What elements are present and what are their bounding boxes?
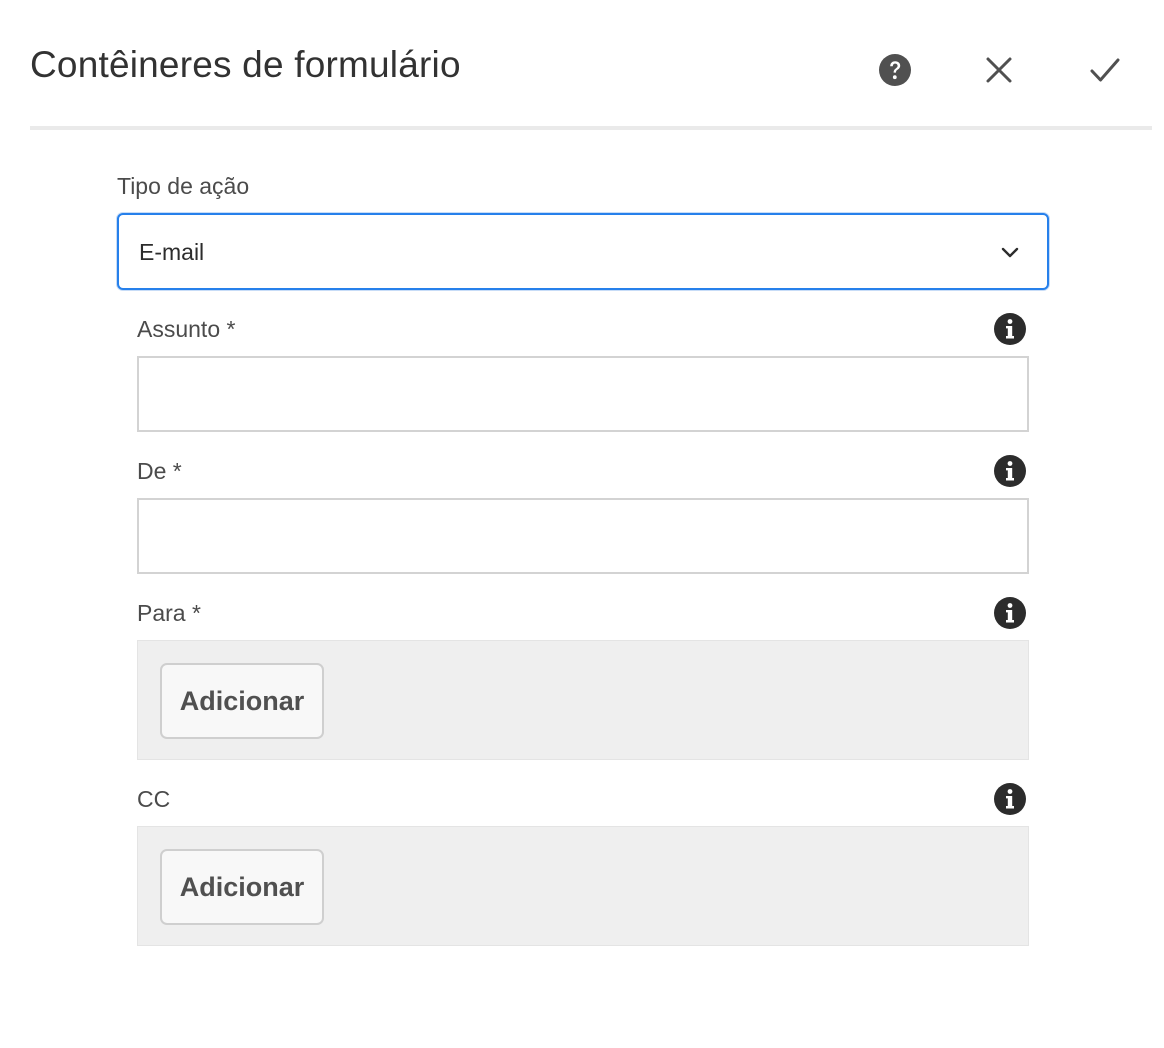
to-label: Para * xyxy=(137,600,201,626)
dialog-header: Contêineres de formulário xyxy=(30,0,1152,130)
dialog-title: Contêineres de formulário xyxy=(30,44,461,85)
form-container-dialog: Contêineres de formulário Tipo de ação E… xyxy=(0,0,1164,1048)
subject-input[interactable] xyxy=(137,356,1029,432)
cc-label: CC xyxy=(137,786,171,812)
action-type-label: Tipo de ação xyxy=(117,173,250,199)
checkmark-icon xyxy=(1090,58,1120,82)
action-type-select[interactable]: E-mail xyxy=(117,213,1049,290)
from-input[interactable] xyxy=(137,498,1029,574)
help-button[interactable] xyxy=(875,50,915,90)
subject-label: Assunto * xyxy=(137,316,236,342)
info-icon[interactable] xyxy=(993,312,1027,346)
action-type-value: E-mail xyxy=(139,239,205,265)
cc-multifield: Adicionar xyxy=(137,826,1029,946)
info-icon[interactable] xyxy=(993,454,1027,488)
close-icon xyxy=(986,57,1012,83)
close-button[interactable] xyxy=(979,50,1019,90)
to-multifield: Adicionar xyxy=(137,640,1029,760)
cc-add-button[interactable]: Adicionar xyxy=(160,849,324,925)
chevron-down-icon xyxy=(1001,247,1019,258)
info-icon[interactable] xyxy=(993,596,1027,630)
done-button[interactable] xyxy=(1085,50,1125,90)
from-label: De * xyxy=(137,458,182,484)
info-icon[interactable] xyxy=(993,782,1027,816)
help-circle-icon xyxy=(879,54,911,86)
to-add-button[interactable]: Adicionar xyxy=(160,663,324,739)
